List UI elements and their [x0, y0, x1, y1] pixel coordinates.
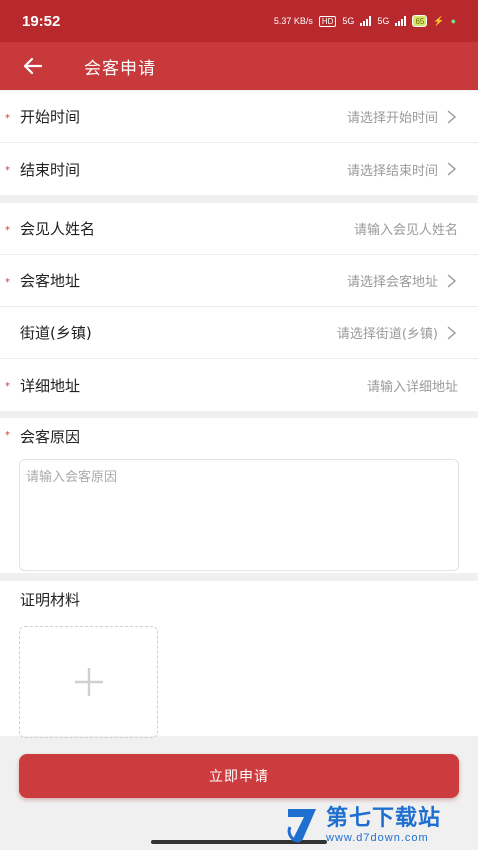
- chevron-right-icon: [447, 325, 457, 340]
- watermark-text: 第七下载站 www.d7down.com: [326, 806, 441, 844]
- attachment-section: 证明材料: [0, 581, 478, 738]
- visitee-name-label: 会见人姓名: [20, 220, 96, 238]
- status-icons: 5.37 KB/s HD 5G 5G 65 ⚡ ●: [274, 15, 456, 27]
- visit-address-row[interactable]: * 会客地址 请选择会客地址: [0, 255, 478, 307]
- submit-button[interactable]: 立即申请: [19, 754, 459, 798]
- time-section: * 开始时间 请选择开始时间 * 结束时间 请选择结束时间: [0, 91, 478, 195]
- watermark-url: www.d7down.com: [326, 832, 429, 844]
- end-time-value: 请选择结束时间: [346, 163, 438, 179]
- sim1-label: 5G: [342, 16, 355, 26]
- hd-badge: HD: [318, 15, 337, 27]
- dot-icon: ●: [450, 16, 456, 26]
- charging-icon: ⚡: [433, 15, 445, 26]
- required-star: *: [5, 165, 10, 176]
- street-label: 街道(乡镇): [20, 324, 92, 342]
- street-row[interactable]: 街道(乡镇) 请选择街道(乡镇): [0, 307, 478, 359]
- nav-bar: 会客申请: [0, 42, 478, 90]
- visitee-name-input[interactable]: 请输入会见人姓名: [354, 219, 458, 238]
- attachment-label: 证明材料: [20, 591, 81, 609]
- end-time-label: 结束时间: [20, 160, 81, 179]
- detail-address-label: 详细地址: [20, 376, 81, 395]
- page-title: 会客申请: [84, 58, 156, 79]
- visitee-name-row[interactable]: * 会见人姓名 请输入会见人姓名: [0, 203, 478, 255]
- info-section: * 会见人姓名 请输入会见人姓名 * 会客地址 请选择会客地址 街道(乡镇) 请…: [0, 203, 478, 411]
- required-star: *: [5, 277, 10, 288]
- required-star: *: [5, 113, 10, 124]
- chevron-right-icon: [447, 109, 457, 124]
- signal-icon: [395, 16, 407, 26]
- required-star: *: [5, 381, 10, 392]
- required-star: *: [5, 225, 10, 236]
- end-time-row[interactable]: * 结束时间 请选择结束时间: [0, 143, 478, 195]
- detail-address-row[interactable]: * 详细地址 请输入详细地址: [0, 359, 478, 411]
- status-bar: 19:52 5.37 KB/s HD 5G 5G 65 ⚡ ●: [0, 0, 478, 42]
- chevron-right-icon: [447, 162, 457, 176]
- back-button[interactable]: [0, 42, 66, 90]
- chevron-right-icon: [447, 273, 457, 288]
- arrow-left-icon: [23, 57, 43, 75]
- visit-address-value: 请选择会客地址: [346, 275, 438, 290]
- submit-label: 立即申请: [209, 769, 269, 785]
- watermark-name: 第七下载站: [326, 806, 442, 831]
- watermark-logo-icon: [287, 809, 316, 843]
- required-star: *: [5, 430, 10, 441]
- reason-textarea[interactable]: 请输入会客原因: [19, 459, 459, 571]
- street-value: 请选择街道(乡镇): [336, 327, 438, 342]
- status-time: 19:52: [22, 12, 61, 30]
- battery-icon: 65: [412, 15, 428, 27]
- detail-address-input[interactable]: 请输入详细地址: [367, 376, 458, 395]
- reason-placeholder: 请输入会客原因: [26, 470, 118, 485]
- reason-section: * 会客原因 请输入会客原因: [0, 418, 478, 573]
- start-time-row[interactable]: * 开始时间 请选择开始时间: [0, 91, 478, 143]
- plus-icon: [74, 668, 103, 696]
- sim2-label: 5G: [377, 16, 390, 26]
- visit-address-label: 会客地址: [20, 272, 81, 290]
- reason-label: 会客原因: [20, 428, 81, 446]
- start-time-value: 请选择开始时间: [346, 111, 438, 126]
- signal-icon: [360, 16, 372, 26]
- start-time-label: 开始时间: [20, 108, 81, 126]
- net-speed: 5.37 KB/s: [273, 16, 313, 26]
- watermark: 第七下载站 www.d7down.com: [284, 800, 478, 850]
- upload-button[interactable]: [19, 626, 158, 738]
